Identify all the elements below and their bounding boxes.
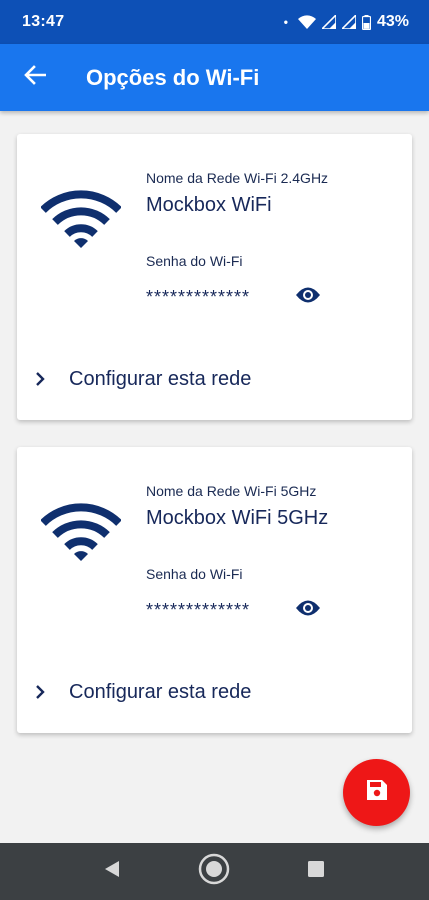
home-circle-icon: [197, 852, 231, 891]
page-title: Opções do Wi-Fi: [86, 64, 260, 90]
save-button[interactable]: [343, 759, 410, 826]
square-recents-icon: [308, 861, 324, 882]
network-name: Mockbox WiFi 5GHz: [146, 507, 329, 529]
eye-icon: [295, 286, 321, 309]
status-bar: 13:47 • 43%: [0, 0, 429, 44]
eye-icon: [295, 599, 321, 622]
chevron-right-icon: [35, 684, 53, 700]
show-password-button[interactable]: [294, 284, 322, 310]
notification-dot: •: [283, 15, 288, 29]
status-time: 13:47: [22, 13, 65, 30]
password-value: *************: [146, 600, 251, 620]
network-name-label: Nome da Rede Wi-Fi 2.4GHz: [146, 170, 329, 186]
network-card-2-4ghz: Nome da Rede Wi-Fi 2.4GHz Mockbox WiFi S…: [17, 134, 412, 420]
show-password-button[interactable]: [294, 597, 322, 623]
battery-percent: 43%: [376, 13, 409, 30]
network-name: Mockbox WiFi: [146, 194, 272, 216]
password-label: Senha do Wi-Fi: [146, 566, 243, 582]
status-icons: • 43%: [284, 13, 409, 31]
configure-network-label: Configurar esta rede: [69, 367, 252, 390]
configure-network-button[interactable]: Configurar esta rede: [35, 362, 251, 396]
signal-icon-2: [341, 15, 356, 29]
back-button[interactable]: [0, 44, 70, 111]
wifi-status-icon: [297, 15, 316, 29]
arrow-back-icon: [24, 65, 47, 90]
password-label: Senha do Wi-Fi: [146, 253, 243, 269]
signal-icon: [321, 15, 336, 29]
wifi-icon: [40, 503, 122, 563]
nav-home-button[interactable]: [184, 843, 244, 900]
app-bar: Opções do Wi-Fi: [0, 44, 429, 111]
nav-back-button[interactable]: [82, 843, 142, 900]
triangle-back-icon: [104, 860, 120, 883]
save-icon: [366, 779, 388, 806]
wifi-icon: [40, 190, 122, 250]
configure-network-label: Configurar esta rede: [69, 680, 252, 703]
configure-network-button[interactable]: Configurar esta rede: [35, 675, 251, 709]
system-nav-bar: [0, 843, 429, 900]
network-card-5ghz: Nome da Rede Wi-Fi 5GHz Mockbox WiFi 5GH…: [17, 447, 412, 733]
chevron-right-icon: [35, 371, 53, 387]
nav-recents-button[interactable]: [286, 843, 346, 900]
battery-icon: [361, 14, 371, 30]
password-value: *************: [146, 287, 251, 307]
network-name-label: Nome da Rede Wi-Fi 5GHz: [146, 483, 317, 499]
